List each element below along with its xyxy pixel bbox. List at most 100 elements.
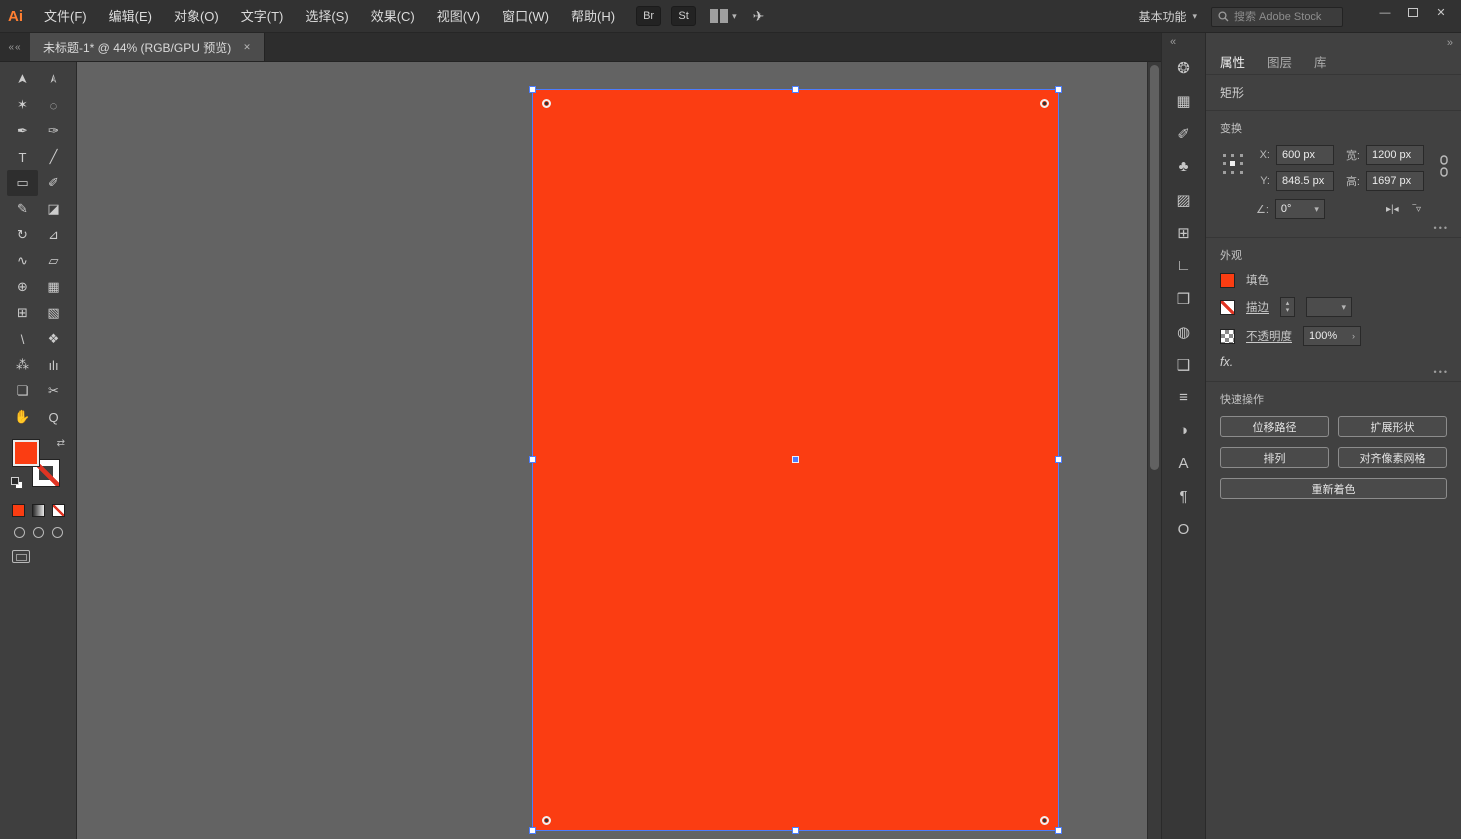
dock-expand-button[interactable]: »: [1447, 37, 1453, 49]
rotate-tool[interactable]: ↻: [7, 222, 38, 248]
draw-behind-mode[interactable]: [32, 527, 44, 538]
appearance-panel-icon[interactable]: ◍: [1162, 315, 1205, 348]
vertical-scrollbar[interactable]: [1147, 62, 1161, 839]
width-tool[interactable]: ∿: [7, 248, 38, 274]
selection-handle-nw[interactable]: [529, 86, 536, 93]
draw-normal-mode[interactable]: [13, 527, 25, 538]
constrain-proportions-icon[interactable]: [1437, 155, 1451, 177]
fill-color-chip[interactable]: [13, 440, 39, 466]
selection-handle-ne[interactable]: [1055, 86, 1062, 93]
lasso-tool[interactable]: ◌: [38, 92, 69, 118]
opacity-select[interactable]: 100% ›: [1303, 326, 1361, 346]
slice-tool[interactable]: ✂: [38, 378, 69, 404]
stock-button[interactable]: St: [671, 6, 697, 26]
symbol-sprayer-tool[interactable]: ⁂: [7, 352, 38, 378]
height-input[interactable]: [1366, 171, 1424, 191]
y-input[interactable]: [1276, 171, 1334, 191]
stroke-panel-icon[interactable]: ≡: [1162, 381, 1205, 414]
rectangle-tool[interactable]: ▭: [7, 170, 38, 196]
pathfinder-panel-icon[interactable]: ❒: [1162, 282, 1205, 315]
align-pixel-grid-button[interactable]: 对齐像素网格: [1338, 447, 1447, 468]
menu-window[interactable]: 窗口(W): [491, 0, 560, 33]
paragraph-panel-icon[interactable]: ¶: [1162, 480, 1205, 513]
column-graph-tool[interactable]: ılı: [38, 352, 69, 378]
menu-select[interactable]: 选择(S): [294, 0, 359, 33]
swap-fill-stroke-icon[interactable]: ⇄: [57, 438, 65, 449]
corner-radius-widget-sw[interactable]: [542, 816, 551, 825]
close-button[interactable]: ✕: [1427, 2, 1455, 23]
perspective-grid-tool[interactable]: ▦: [38, 274, 69, 300]
default-fill-stroke-icon[interactable]: [11, 477, 24, 490]
expand-shape-button[interactable]: 扩展形状: [1338, 416, 1447, 437]
rotation-angle-select[interactable]: 0° ▾: [1274, 199, 1325, 219]
offset-path-button[interactable]: 位移路径: [1220, 416, 1329, 437]
toolbar-collapse-button[interactable]: ««: [0, 33, 30, 61]
character-styles-panel-icon[interactable]: A: [1162, 447, 1205, 480]
gradient-tool[interactable]: ▧: [38, 300, 69, 326]
vertical-scrollbar-thumb[interactable]: [1150, 65, 1159, 470]
opentype-panel-icon[interactable]: O: [1162, 513, 1205, 546]
recolor-button[interactable]: 重新着色: [1220, 478, 1447, 499]
rocket-icon[interactable]: ✈: [753, 8, 765, 25]
appearance-more-options-button[interactable]: •••: [1434, 367, 1449, 377]
menu-object[interactable]: 对象(O): [163, 0, 230, 33]
scale-tool[interactable]: ⊿: [38, 222, 69, 248]
menu-view[interactable]: 视图(V): [426, 0, 491, 33]
arrange-documents-button[interactable]: ▾: [710, 9, 737, 23]
menu-help[interactable]: 帮助(H): [560, 0, 626, 33]
type-tool[interactable]: T: [7, 144, 38, 170]
eraser-tool[interactable]: ◪: [38, 196, 69, 222]
transform-more-options-button[interactable]: •••: [1434, 223, 1449, 233]
search-input[interactable]: [1234, 10, 1336, 23]
tab-properties[interactable]: 属性: [1220, 52, 1245, 71]
x-input[interactable]: [1276, 145, 1334, 165]
selection-handle-sw[interactable]: [529, 827, 536, 834]
document-tab[interactable]: 未标题-1* @ 44% (RGB/GPU 预览) ✕: [30, 33, 265, 61]
graphic-styles-panel-icon[interactable]: ❑: [1162, 348, 1205, 381]
selected-rectangle[interactable]: [529, 86, 1062, 834]
menu-edit[interactable]: 编辑(E): [98, 0, 163, 33]
stepper-down-icon[interactable]: ▾: [1286, 307, 1290, 314]
align-panel-icon[interactable]: ∟: [1162, 249, 1205, 282]
stroke-weight-stepper[interactable]: ▴ ▾: [1280, 297, 1295, 317]
paintbrush-tool[interactable]: ✐: [38, 170, 69, 196]
width-input[interactable]: [1366, 145, 1424, 165]
none-chip[interactable]: [51, 504, 65, 517]
dock-collapse-button[interactable]: «: [1170, 36, 1176, 48]
reference-point-locator[interactable]: [1220, 151, 1246, 177]
fx-button[interactable]: fx.: [1220, 355, 1447, 369]
workspace-switcher[interactable]: 基本功能 ▾: [1138, 8, 1197, 25]
opacity-swatch[interactable]: [1220, 328, 1235, 344]
shape-builder-tool[interactable]: ⊕: [7, 274, 38, 300]
menu-file[interactable]: 文件(F): [33, 0, 98, 33]
fill-swatch[interactable]: [1220, 272, 1235, 288]
maximize-button[interactable]: [1399, 2, 1427, 23]
blend-tool[interactable]: ❖: [38, 326, 69, 352]
magic-wand-tool[interactable]: ✶: [7, 92, 38, 118]
eyedropper-tool[interactable]: \: [7, 326, 38, 352]
brushes-panel-icon[interactable]: ✐: [1162, 117, 1205, 150]
selection-handle-w[interactable]: [529, 456, 536, 463]
minimize-button[interactable]: —: [1371, 2, 1399, 23]
opacity-label[interactable]: 不透明度: [1246, 328, 1292, 344]
artboard-tool[interactable]: ❏: [7, 378, 38, 404]
gradient-panel-icon[interactable]: ▨: [1162, 183, 1205, 216]
corner-radius-widget-ne[interactable]: [1040, 99, 1049, 108]
menu-effect[interactable]: 效果(C): [360, 0, 426, 33]
zoom-tool[interactable]: Q: [38, 404, 69, 430]
draw-inside-mode[interactable]: [51, 527, 63, 538]
flip-horizontal-button[interactable]: ▸|◂: [1386, 204, 1399, 215]
flip-vertical-button[interactable]: ‾▿: [1413, 204, 1421, 215]
mesh-tool[interactable]: ⊞: [7, 300, 38, 326]
stroke-weight-select[interactable]: ▾: [1306, 297, 1352, 317]
symbols-panel-icon[interactable]: ♣: [1162, 150, 1205, 183]
selection-handle-s[interactable]: [791, 827, 799, 834]
stroke-label[interactable]: 描边: [1246, 299, 1269, 315]
swatches-panel-icon[interactable]: ▦: [1162, 84, 1205, 117]
free-transform-tool[interactable]: ▱: [38, 248, 69, 274]
selection-handle-se[interactable]: [1055, 827, 1062, 834]
bridge-button[interactable]: Br: [636, 6, 662, 26]
canvas[interactable]: [77, 62, 1147, 839]
shaper-tool[interactable]: ✎: [7, 196, 38, 222]
selection-center-point[interactable]: [791, 456, 799, 463]
